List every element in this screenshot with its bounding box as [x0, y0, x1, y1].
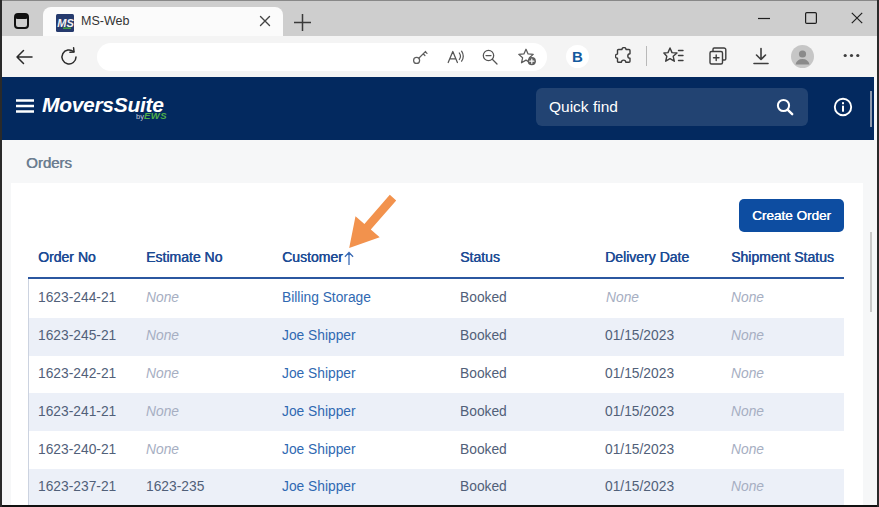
svg-text:MS: MS — [57, 17, 74, 29]
